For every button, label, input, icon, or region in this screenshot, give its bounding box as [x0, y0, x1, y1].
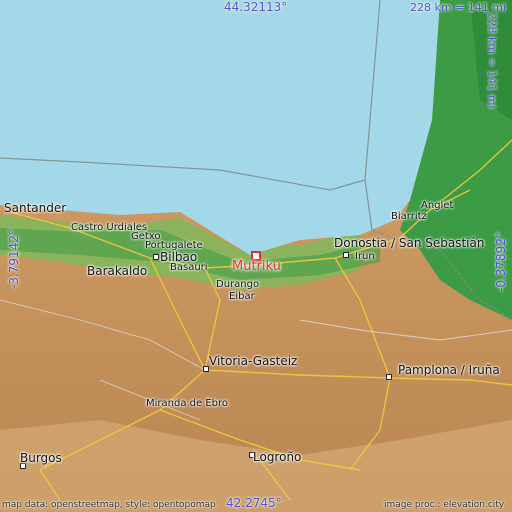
label-biarritz: Biarritz [391, 211, 427, 222]
donostia-dot [343, 252, 349, 258]
pamplona-dot [386, 374, 392, 380]
label-pamplona: Pamplona / Iruña [398, 363, 500, 377]
attribution-image-proc: image proc.: elevation.city [384, 500, 505, 510]
label-durango: Durango [216, 279, 260, 290]
elevation-map: Santander Castro Urdiales Getxo Portugal… [0, 0, 512, 512]
west-coordinate: -3.79142° [7, 229, 21, 289]
label-anglet: Anglet [421, 200, 454, 211]
label-irun: Irun [355, 251, 375, 262]
label-logrono: Logroño [253, 450, 302, 464]
label-burgos: Burgos [20, 451, 62, 465]
label-donostia: Donostia / San Sebastián [334, 236, 485, 250]
north-coordinate: 44.32113° [224, 0, 288, 14]
label-barakaldo: Barakaldo [87, 264, 148, 278]
label-miranda: Miranda de Ebro [146, 398, 228, 409]
scale-vertical: 228 km = 141 mi [485, 12, 499, 109]
east-coordinate: -0.37892° [494, 232, 508, 292]
bilbao-dot [153, 254, 159, 260]
attribution-map-data: map data: openstreetmap, style: opentopo… [2, 500, 216, 510]
label-focus-place: Mutriku [232, 259, 281, 274]
label-eibar: Eibar [229, 291, 255, 302]
label-santander: Santander [4, 201, 67, 215]
label-basauri: Basauri [170, 262, 208, 273]
label-vitoria: Vitoria-Gasteiz [209, 354, 298, 368]
south-coordinate: 42.2745° [226, 496, 282, 510]
